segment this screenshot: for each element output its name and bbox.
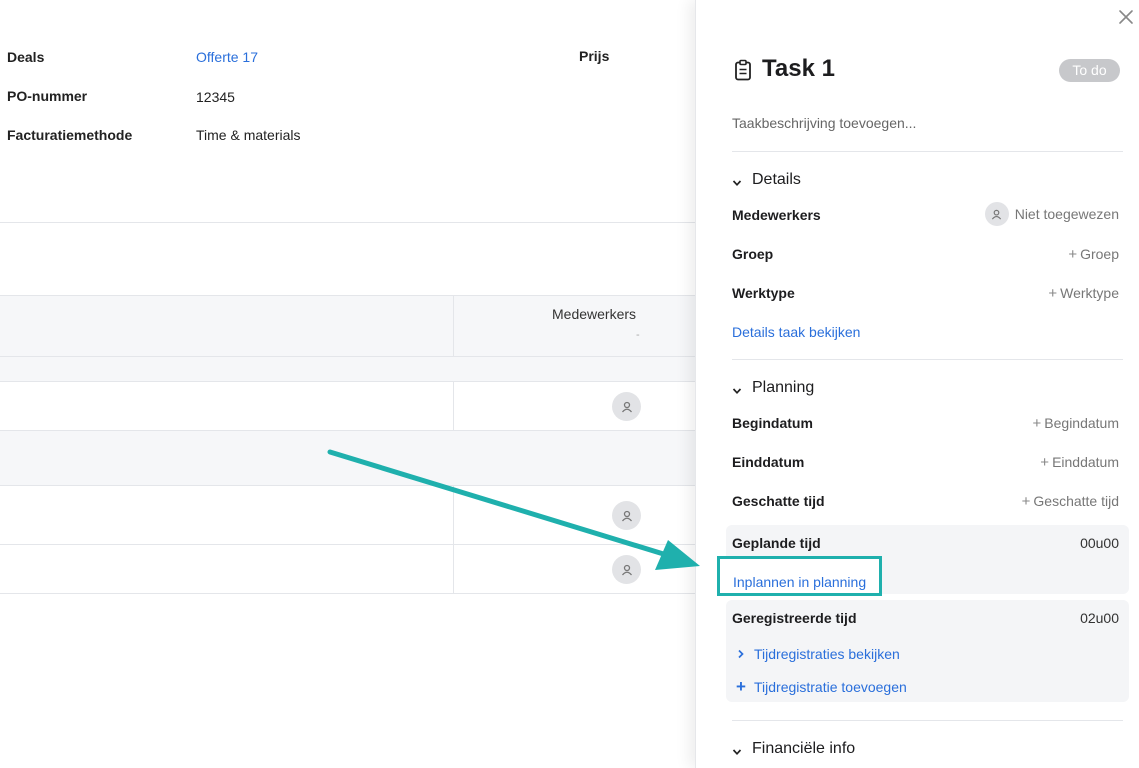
geregistreerde-tijd-label: Geregistreerde tijd [732,610,857,626]
view-time-entries-label: Tijdregistraties bekijken [754,646,900,662]
assignee-value: Niet toegewezen [1014,206,1119,222]
add-werktype-label: Werktype [1060,285,1119,301]
inplannen-in-planning-link[interactable]: Inplannen in planning [733,574,866,590]
planning-section-toggle[interactable]: Planning [732,379,814,397]
divider [732,720,1123,721]
financial-info-heading: Financiële info [752,740,856,757]
geschatte-tijd-label: Geschatte tijd [732,493,825,509]
plus-icon: + [1040,454,1050,471]
po-number-label: PO-nummer [7,88,88,104]
plus-icon: + [736,677,746,696]
plus-icon: + [1021,493,1031,510]
add-begindatum-label: Begindatum [1044,415,1119,431]
annotation-highlight-box: Inplannen in planning [717,556,882,596]
geplande-tijd-value: 00u00 [1080,535,1119,551]
section-divider [0,222,695,223]
groep-label: Groep [732,246,774,262]
task-detail-panel: Task 1 To do Taakbeschrijving toevoegen.… [695,0,1139,768]
background-page: Deals Offerte 17 PO-nummer 12345 Factura… [0,0,695,768]
add-geschatte-tijd-button[interactable]: + Geschatte tijd [1022,493,1119,510]
task-title[interactable]: Task 1 [762,54,835,84]
geregistreerde-tijd-value: 02u00 [1080,610,1119,626]
divider [732,151,1123,152]
table-group-row [0,357,695,382]
begindatum-label: Begindatum [732,415,813,431]
table-group-row [0,431,695,486]
assignee-picker[interactable]: Niet toegewezen [984,202,1119,226]
chevron-down-icon [732,744,742,756]
add-groep-label: Groep [1080,246,1119,262]
financial-info-section-toggle[interactable]: Financiële info [732,740,855,758]
add-groep-button[interactable]: + Groep [1068,246,1119,263]
medewerkers-label: Medewerkers [732,207,821,223]
einddatum-label: Einddatum [732,454,805,470]
plus-icon: + [1068,246,1078,263]
geplande-tijd-label: Geplande tijd [732,535,821,551]
view-time-entries-link[interactable]: Tijdregistraties bekijken [734,646,900,662]
chevron-down-icon [732,383,742,395]
column-separator [453,486,454,545]
status-badge[interactable]: To do [1059,59,1120,82]
chevron-right-icon [734,646,748,662]
price-label: Prijs [579,48,610,64]
clipboard-icon [734,59,752,81]
billing-method-value: Time & materials [196,127,301,143]
medewerkers-column-header[interactable]: Medewerkers [552,306,636,322]
avatar-icon[interactable] [612,501,641,530]
werktype-label: Werktype [732,285,795,301]
task-description-input[interactable]: Taakbeschrijving toevoegen... [732,115,916,131]
add-einddatum-label: Einddatum [1052,454,1119,470]
billing-method-label: Facturatiemethode [7,127,133,143]
deals-label: Deals [7,49,45,65]
column-separator [453,295,454,357]
column-separator [453,545,454,593]
avatar-icon[interactable] [612,392,641,421]
add-time-entry-label: Tijdregistratie toevoegen [754,679,907,695]
table-header [0,295,695,357]
avatar-icon[interactable] [612,555,641,584]
plus-icon: + [1032,415,1042,432]
table-row[interactable] [0,382,695,431]
table-row[interactable] [0,486,695,545]
add-begindatum-button[interactable]: + Begindatum [1033,415,1119,432]
column-separator [453,382,454,430]
divider [732,359,1123,360]
deals-link[interactable]: Offerte 17 [196,48,258,66]
details-heading: Details [752,171,801,188]
details-section-toggle[interactable]: Details [732,171,801,189]
plus-icon: + [1048,285,1058,302]
table-row[interactable] [0,545,695,594]
po-number-value: 12345 [196,89,235,105]
add-geschatte-tijd-label: Geschatte tijd [1033,493,1119,509]
view-task-details-link[interactable]: Details taak bekijken [732,324,860,340]
chevron-down-icon [732,175,742,187]
add-time-entry-link[interactable]: + Tijdregistratie toevoegen [734,677,907,696]
add-werktype-button[interactable]: + Werktype [1048,285,1119,302]
user-icon [984,202,1009,226]
medewerkers-column-subheader: - [636,329,640,341]
add-einddatum-button[interactable]: + Einddatum [1040,454,1119,471]
planning-heading: Planning [752,379,815,396]
close-icon[interactable] [1117,8,1135,26]
